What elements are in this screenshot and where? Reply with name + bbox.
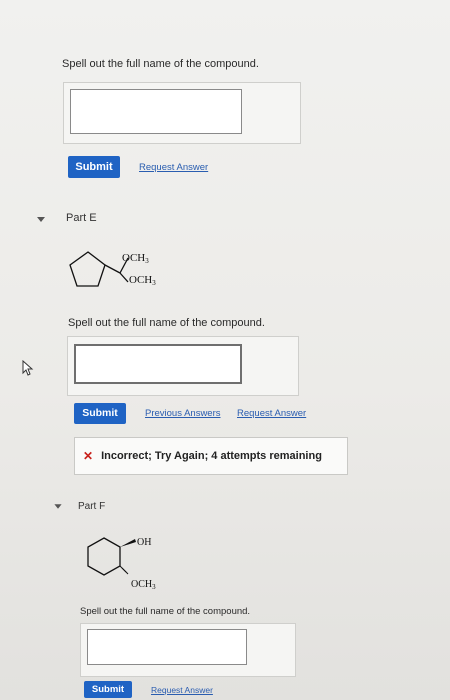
x-icon: ✕ [83,449,94,463]
part-e-feedback-text: Incorrect; Try Again; 4 attempts remaini… [101,450,322,462]
top-request-answer-link[interactable]: Request Answer [139,162,208,173]
cyclohexane-ring [87,537,121,576]
part-f-request-answer-link[interactable]: Request Answer [151,685,213,695]
part-e-request-answer-link[interactable]: Request Answer [237,408,306,419]
part-f-substituent-top: OH [137,537,152,548]
part-f-submit-button[interactable]: Submit [84,681,132,698]
caret-down-icon[interactable] [37,217,45,222]
part-e-answer-container [67,336,299,396]
part-f-answer-input[interactable] [87,629,247,665]
mouse-cursor-icon [22,360,34,376]
part-e-substituent-top: OCH3 [122,252,149,265]
part-e-submit-button[interactable]: Submit [74,403,126,424]
part-e-answer-input[interactable] [74,344,242,384]
caret-down-icon[interactable] [54,504,62,509]
top-answer-container [63,82,301,144]
part-f-prompt: Spell out the full name of the compound. [80,606,251,617]
part-e-prompt: Spell out the full name of the compound. [68,317,265,329]
part-f-answer-container [80,623,296,677]
part-e-structure [69,251,129,287]
part-f-label[interactable]: Part F [78,501,105,512]
top-answer-input[interactable] [70,89,242,134]
part-e-feedback: ✕ Incorrect; Try Again; 4 attempts remai… [74,437,348,475]
top-submit-button[interactable]: Submit [68,156,120,178]
top-prompt: Spell out the full name of the compound. [62,58,259,70]
wedge-bond [120,539,136,547]
cyclopentane-ring [69,251,106,287]
part-f-structure [87,537,136,576]
part-e-substituent-bottom: OCH3 [129,274,156,287]
part-e-previous-answers-link[interactable]: Previous Answers [145,408,221,419]
part-e-label[interactable]: Part E [66,212,97,224]
part-f-substituent-bottom: OCH3 [131,579,156,591]
